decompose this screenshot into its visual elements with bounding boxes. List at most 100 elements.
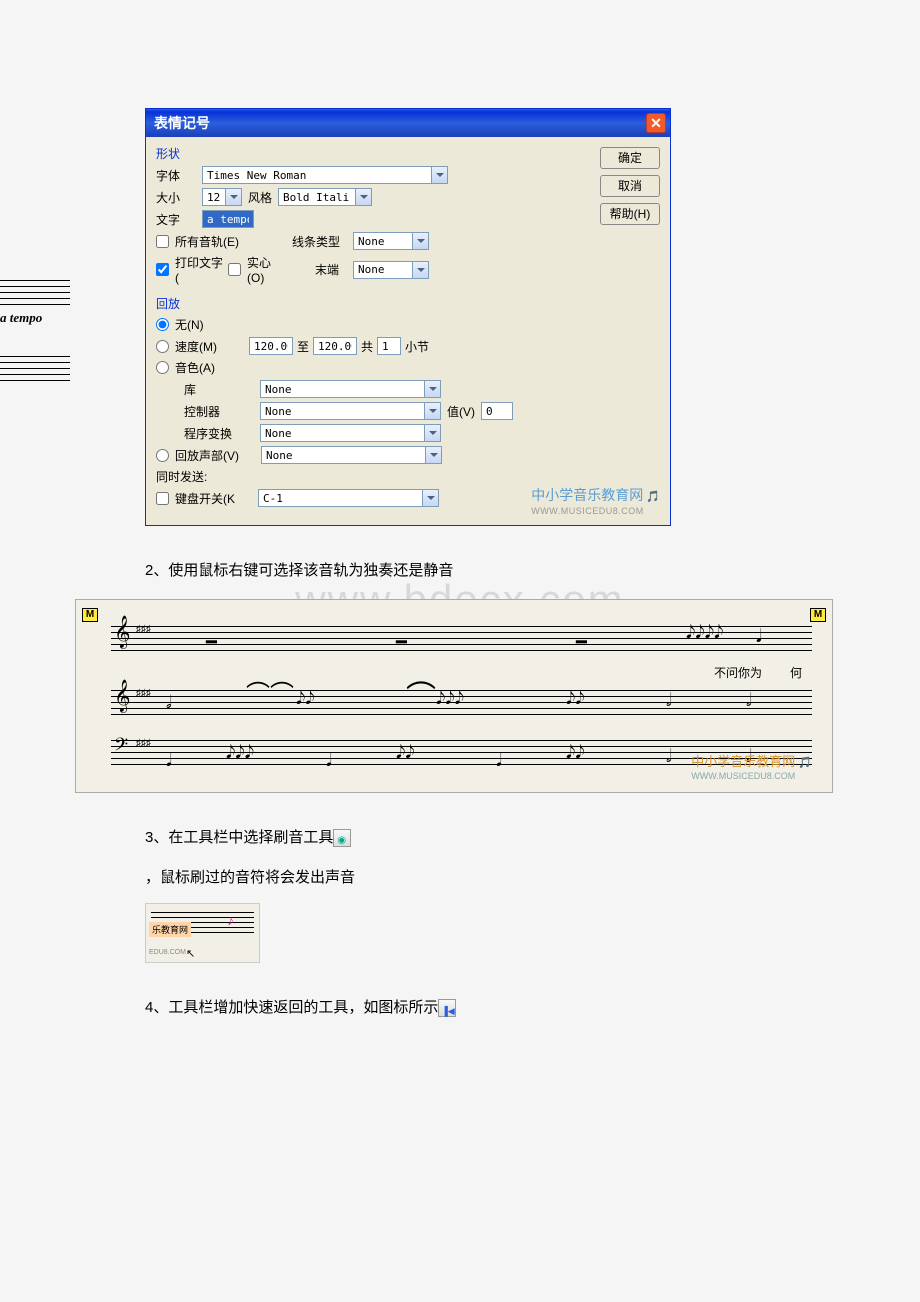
chevron-down-icon[interactable] bbox=[425, 402, 441, 420]
mini-staff: ♪ 乐教育网 ↖ EDU8.COM bbox=[145, 903, 260, 963]
tempo-marking: a tempo bbox=[0, 310, 70, 326]
tempo-total-label: 共 bbox=[361, 338, 373, 355]
line-type-combo[interactable] bbox=[353, 232, 429, 250]
size-input[interactable] bbox=[202, 188, 226, 206]
program-input[interactable] bbox=[260, 424, 425, 442]
tempo-to-label: 至 bbox=[297, 338, 309, 355]
cancel-button[interactable]: 取消 bbox=[600, 175, 660, 197]
keyswitch-input[interactable] bbox=[258, 489, 423, 507]
print-text-label: 打印文字( bbox=[175, 254, 224, 285]
expression-dialog: 表情记号 ✕ 确定 取消 帮助(H) 形状 字体 bbox=[145, 108, 671, 526]
ok-button[interactable]: 确定 bbox=[600, 147, 660, 169]
mini-badge: 乐教育网 bbox=[149, 922, 191, 937]
watermark-cn: 中小学音乐教育网 bbox=[531, 487, 643, 503]
style-combo[interactable] bbox=[278, 188, 372, 206]
end-combo[interactable] bbox=[353, 261, 429, 279]
scrub-tool-icon[interactable] bbox=[333, 829, 351, 847]
tempo-radio[interactable] bbox=[156, 340, 169, 353]
treble-clef-icon: 𝄞 bbox=[114, 680, 131, 713]
chevron-down-icon[interactable] bbox=[413, 261, 429, 279]
staff-lines-lower bbox=[0, 356, 70, 386]
chevron-down-icon[interactable] bbox=[432, 166, 448, 184]
text-input[interactable] bbox=[202, 210, 254, 228]
voice-radio-label: 回放声部(V) bbox=[175, 447, 257, 464]
voice-input[interactable] bbox=[261, 446, 426, 464]
controller-label: 控制器 bbox=[184, 403, 254, 420]
bank-input[interactable] bbox=[260, 380, 425, 398]
font-input[interactable] bbox=[202, 166, 432, 184]
item-4-text: 4、工具栏增加快速返回的工具，如图标所示 bbox=[145, 999, 438, 1016]
solid-checkbox[interactable] bbox=[228, 263, 241, 276]
chevron-down-icon[interactable] bbox=[425, 424, 441, 442]
staff-treble-2: 𝄞 ♯♯♯ 𝅗𝅥 ⌒⌒ 𝅘𝅥𝅮𝅘𝅥𝅮 ⌒ 𝅘𝅥𝅮𝅘𝅥𝅮𝅘𝅥𝅮 𝅘𝅥𝅮𝅘𝅥𝅮 𝅗𝅥… bbox=[86, 682, 822, 724]
notes: 𝅗𝅥 ⌒⌒ 𝅘𝅥𝅮𝅘𝅥𝅮 ⌒ 𝅘𝅥𝅮𝅘𝅥𝅮𝅘𝅥𝅮 𝅘𝅥𝅮𝅘𝅥𝅮 𝅗𝅥 𝅗𝅥 bbox=[146, 682, 802, 724]
rewind-tool-icon[interactable] bbox=[438, 999, 456, 1017]
help-button[interactable]: 帮助(H) bbox=[600, 203, 660, 225]
all-tracks-label: 所有音轨(E) bbox=[175, 233, 239, 250]
solid-label: 实心(O) bbox=[247, 254, 286, 285]
program-combo[interactable] bbox=[260, 424, 441, 442]
tempo-bars-label: 小节 bbox=[405, 338, 429, 355]
print-text-checkbox[interactable] bbox=[156, 263, 169, 276]
staff-lines bbox=[0, 280, 70, 310]
treble-clef-icon: 𝄞 bbox=[114, 616, 131, 649]
size-label: 大小 bbox=[156, 189, 196, 206]
text-label: 文字 bbox=[156, 211, 196, 228]
score-watermark-url: WWW.MUSICEDU8.COM bbox=[691, 771, 795, 781]
mini-url: EDU8.COM bbox=[149, 949, 186, 956]
font-label: 字体 bbox=[156, 167, 196, 184]
voice-combo[interactable] bbox=[261, 446, 442, 464]
end-input[interactable] bbox=[353, 261, 413, 279]
playback-section-label: 回放 bbox=[156, 295, 660, 312]
size-combo[interactable] bbox=[202, 188, 242, 206]
chevron-down-icon[interactable] bbox=[426, 446, 442, 464]
keyswitch-combo[interactable] bbox=[258, 489, 439, 507]
value-label: 值(V) bbox=[447, 403, 475, 420]
bass-clef-icon: 𝄢 bbox=[114, 734, 128, 760]
score-watermark-cn: 中小学音乐教育网 bbox=[691, 754, 795, 769]
send-label: 同时发送: bbox=[156, 468, 207, 485]
controller-combo[interactable] bbox=[260, 402, 441, 420]
lyric-2: 何 bbox=[790, 664, 802, 681]
font-combo[interactable] bbox=[202, 166, 448, 184]
chevron-down-icon[interactable] bbox=[425, 380, 441, 398]
staff-treble-1: 𝄞 ♯♯♯ ━ ━ ━ 𝅘𝅥𝅮𝅘𝅥𝅮𝅘𝅥𝅮𝅘𝅥𝅮 𝅘𝅥 不问你为 何 bbox=[86, 618, 822, 660]
score-watermark: 中小学音乐教育网 🎵 WWW.MUSICEDU8.COM bbox=[691, 751, 812, 782]
tempo-from-input[interactable] bbox=[249, 337, 293, 355]
chevron-down-icon[interactable] bbox=[413, 232, 429, 250]
chevron-down-icon[interactable] bbox=[356, 188, 372, 206]
value-input[interactable] bbox=[481, 402, 513, 420]
tempo-total-input[interactable] bbox=[377, 337, 401, 355]
watermark-url: WWW.MUSICEDU8.COM bbox=[531, 506, 644, 516]
bank-label: 库 bbox=[184, 381, 254, 398]
dialog-title: 表情记号 bbox=[154, 113, 646, 133]
line-type-input[interactable] bbox=[353, 232, 413, 250]
shape-section-label: 形状 bbox=[156, 145, 660, 162]
voice-radio[interactable] bbox=[156, 449, 169, 462]
music-score: M M 𝄞 ♯♯♯ ━ ━ ━ 𝅘𝅥𝅮𝅘𝅥𝅮𝅘𝅥𝅮𝅘𝅥𝅮 𝅘𝅥 不问你为 何 bbox=[75, 599, 833, 793]
tempo-to-input[interactable] bbox=[313, 337, 357, 355]
notes: ━ ━ ━ 𝅘𝅥𝅮𝅘𝅥𝅮𝅘𝅥𝅮𝅘𝅥𝅮 𝅘𝅥 bbox=[146, 618, 802, 660]
chevron-down-icon[interactable] bbox=[423, 489, 439, 507]
keyswitch-label: 键盘开关(K bbox=[175, 490, 235, 507]
style-input[interactable] bbox=[278, 188, 356, 206]
end-label: 末端 bbox=[292, 261, 347, 278]
item-3b-text: ，鼠标刷过的音符将会发出声音 bbox=[145, 863, 775, 893]
cursor-icon: ↖ bbox=[186, 947, 195, 960]
none-radio[interactable] bbox=[156, 318, 169, 331]
tempo-radio-label: 速度(M) bbox=[175, 338, 245, 355]
close-button[interactable]: ✕ bbox=[646, 113, 666, 133]
chevron-down-icon[interactable] bbox=[226, 188, 242, 206]
titlebar[interactable]: 表情记号 ✕ bbox=[146, 109, 670, 137]
all-tracks-checkbox[interactable] bbox=[156, 235, 169, 248]
program-label: 程序变换 bbox=[184, 425, 254, 442]
lyric-1: 不问你为 bbox=[714, 664, 762, 681]
none-radio-label: 无(N) bbox=[175, 316, 204, 333]
note-icon: ♪ bbox=[227, 912, 234, 928]
bank-combo[interactable] bbox=[260, 380, 441, 398]
dialog-watermark: 中小学音乐教育网 🎵 WWW.MUSICEDU8.COM bbox=[531, 485, 660, 517]
controller-input[interactable] bbox=[260, 402, 425, 420]
left-staff-fragment: a tempo bbox=[0, 280, 70, 386]
patch-radio[interactable] bbox=[156, 361, 169, 374]
keyswitch-checkbox[interactable] bbox=[156, 492, 169, 505]
